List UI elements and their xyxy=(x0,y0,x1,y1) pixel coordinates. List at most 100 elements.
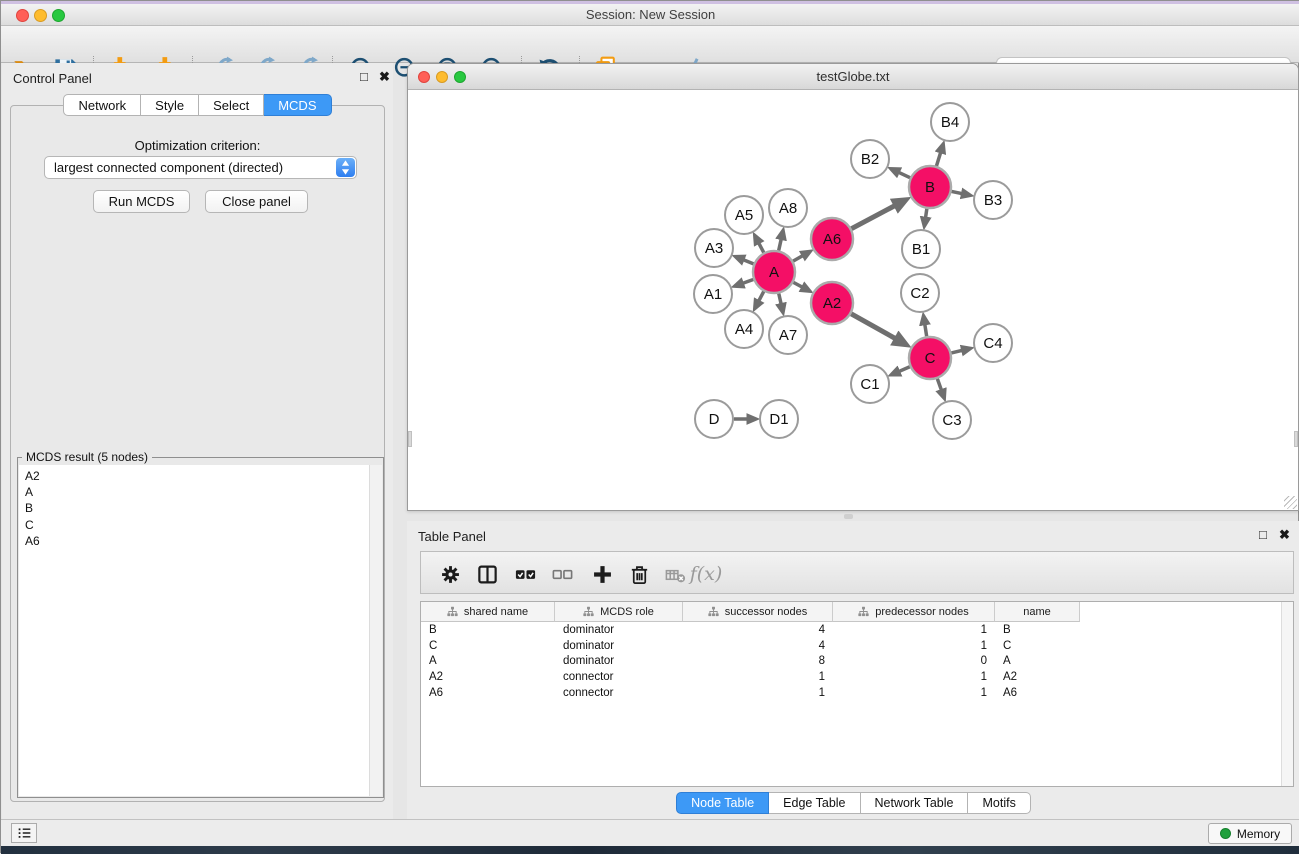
mcds-result-item[interactable]: C xyxy=(25,517,382,533)
close-panel-icon[interactable]: ✖ xyxy=(379,70,390,83)
node-A7[interactable]: A7 xyxy=(769,316,807,354)
float-panel-icon[interactable]: □ xyxy=(360,70,368,83)
cell-predecessor-nodes[interactable]: 1 xyxy=(833,687,995,699)
unselect-all-columns-button[interactable] xyxy=(549,561,575,587)
tab-motifs[interactable]: Motifs xyxy=(968,792,1030,814)
cell-successor-nodes[interactable]: 1 xyxy=(683,687,833,699)
cell-name[interactable]: A6 xyxy=(995,687,1080,699)
edge-C-C3[interactable] xyxy=(937,379,943,397)
cell-MCDS-role[interactable]: dominator xyxy=(555,655,683,667)
edge-B-B3[interactable] xyxy=(952,191,969,195)
table-row[interactable]: Adominator80A xyxy=(421,653,1293,669)
settings-gear-button[interactable] xyxy=(437,561,463,587)
node-A[interactable]: A xyxy=(753,251,795,293)
node-A6[interactable]: A6 xyxy=(811,218,853,260)
cell-MCDS-role[interactable]: connector xyxy=(555,671,683,683)
table-row[interactable]: A6connector11A6 xyxy=(421,685,1293,701)
tab-network-table[interactable]: Network Table xyxy=(861,792,969,814)
add-column-button[interactable] xyxy=(589,561,615,587)
delete-column-button[interactable] xyxy=(626,561,652,587)
tab-network[interactable]: Network xyxy=(63,94,141,116)
cell-shared-name[interactable]: A2 xyxy=(421,671,555,683)
table-row[interactable]: Bdominator41B xyxy=(421,622,1293,638)
close-panel-button[interactable]: Close panel xyxy=(205,190,308,213)
edge-A-A5[interactable] xyxy=(756,237,764,252)
cell-successor-nodes[interactable]: 4 xyxy=(683,640,833,652)
edge-A-A3[interactable] xyxy=(737,257,753,264)
cell-predecessor-nodes[interactable]: 0 xyxy=(833,655,995,667)
mcds-result-item[interactable]: B xyxy=(25,500,382,516)
mcds-result-item[interactable]: A6 xyxy=(25,533,382,549)
show-panels-list-button[interactable] xyxy=(11,823,37,843)
network-window-titlebar[interactable]: testGlobe.txt xyxy=(408,64,1298,90)
edge-C-C4[interactable] xyxy=(951,349,968,353)
table-row[interactable]: Cdominator41C xyxy=(421,638,1293,654)
run-mcds-button[interactable]: Run MCDS xyxy=(93,190,190,213)
tab-edge-table[interactable]: Edge Table xyxy=(769,792,860,814)
edge-A-A8[interactable] xyxy=(779,232,783,250)
cell-predecessor-nodes[interactable]: 1 xyxy=(833,640,995,652)
node-A1[interactable]: A1 xyxy=(694,275,732,313)
table-row[interactable]: A2connector11A2 xyxy=(421,669,1293,685)
cell-successor-nodes[interactable]: 4 xyxy=(683,624,833,636)
edge-A2-C[interactable] xyxy=(851,314,904,344)
column-header-name[interactable]: name xyxy=(995,602,1080,622)
mcds-result-item[interactable]: A xyxy=(25,484,382,500)
edge-C-C2[interactable] xyxy=(924,318,927,337)
cell-successor-nodes[interactable]: 1 xyxy=(683,671,833,683)
edge-A-A6[interactable] xyxy=(793,252,808,261)
network-graph[interactable]: B4B2BB3A5A8A6B1A3AC2A1A2A4A7C4CC1C3DD1 xyxy=(408,90,1298,510)
column-header-MCDS-role[interactable]: MCDS role xyxy=(555,602,683,622)
node-C2[interactable]: C2 xyxy=(901,274,939,312)
cell-shared-name[interactable]: C xyxy=(421,640,555,652)
cell-predecessor-nodes[interactable]: 1 xyxy=(833,624,995,636)
node-D[interactable]: D xyxy=(695,400,733,438)
node-B[interactable]: B xyxy=(909,166,951,208)
tab-node-table[interactable]: Node Table xyxy=(676,792,769,814)
cell-shared-name[interactable]: B xyxy=(421,624,555,636)
edge-A-A7[interactable] xyxy=(779,293,783,310)
cell-MCDS-role[interactable]: dominator xyxy=(555,640,683,652)
edge-C-C1[interactable] xyxy=(893,367,910,374)
node-A5[interactable]: A5 xyxy=(725,196,763,234)
node-B3[interactable]: B3 xyxy=(974,181,1012,219)
column-header-successor-nodes[interactable]: successor nodes xyxy=(683,602,833,622)
node-C3[interactable]: C3 xyxy=(933,401,971,439)
column-header-predecessor-nodes[interactable]: predecessor nodes xyxy=(833,602,995,622)
cell-shared-name[interactable]: A xyxy=(421,655,555,667)
node-A8[interactable]: A8 xyxy=(769,189,807,227)
cell-successor-nodes[interactable]: 8 xyxy=(683,655,833,667)
node-D1[interactable]: D1 xyxy=(760,400,798,438)
edge-B-B1[interactable] xyxy=(925,209,927,224)
window-resize-grip[interactable] xyxy=(1284,496,1297,509)
node-B2[interactable]: B2 xyxy=(851,140,889,178)
cell-predecessor-nodes[interactable]: 1 xyxy=(833,671,995,683)
close-table-panel-icon[interactable]: ✖ xyxy=(1279,528,1290,541)
column-header-shared-name[interactable]: shared name xyxy=(421,602,555,622)
node-B1[interactable]: B1 xyxy=(902,230,940,268)
cell-name[interactable]: A xyxy=(995,655,1080,667)
edge-A-A4[interactable] xyxy=(756,291,764,306)
result-list-scrollbar[interactable] xyxy=(369,465,382,796)
tab-mcds[interactable]: MCDS xyxy=(264,94,331,116)
node-C4[interactable]: C4 xyxy=(974,324,1012,362)
node-C[interactable]: C xyxy=(909,337,951,379)
cell-name[interactable]: B xyxy=(995,624,1080,636)
tab-select[interactable]: Select xyxy=(199,94,264,116)
window-edge-grip[interactable] xyxy=(408,431,412,447)
cell-name[interactable]: A2 xyxy=(995,671,1080,683)
node-B4[interactable]: B4 xyxy=(931,103,969,141)
edge-B-B2[interactable] xyxy=(893,170,910,178)
memory-button[interactable]: Memory xyxy=(1208,823,1292,844)
mcds-result-item[interactable]: A2 xyxy=(25,468,382,484)
network-canvas[interactable]: B4B2BB3A5A8A6B1A3AC2A1A2A4A7C4CC1C3DD1 xyxy=(408,90,1298,510)
window-edge-grip[interactable] xyxy=(1294,431,1298,447)
cell-MCDS-role[interactable]: connector xyxy=(555,687,683,699)
edge-A-A2[interactable] xyxy=(793,282,808,290)
edge-A-A1[interactable] xyxy=(737,279,754,285)
cell-MCDS-role[interactable]: dominator xyxy=(555,624,683,636)
splitter-handle[interactable] xyxy=(844,514,853,519)
node-C1[interactable]: C1 xyxy=(851,365,889,403)
select-all-columns-button[interactable] xyxy=(512,561,538,587)
node-A3[interactable]: A3 xyxy=(695,229,733,267)
